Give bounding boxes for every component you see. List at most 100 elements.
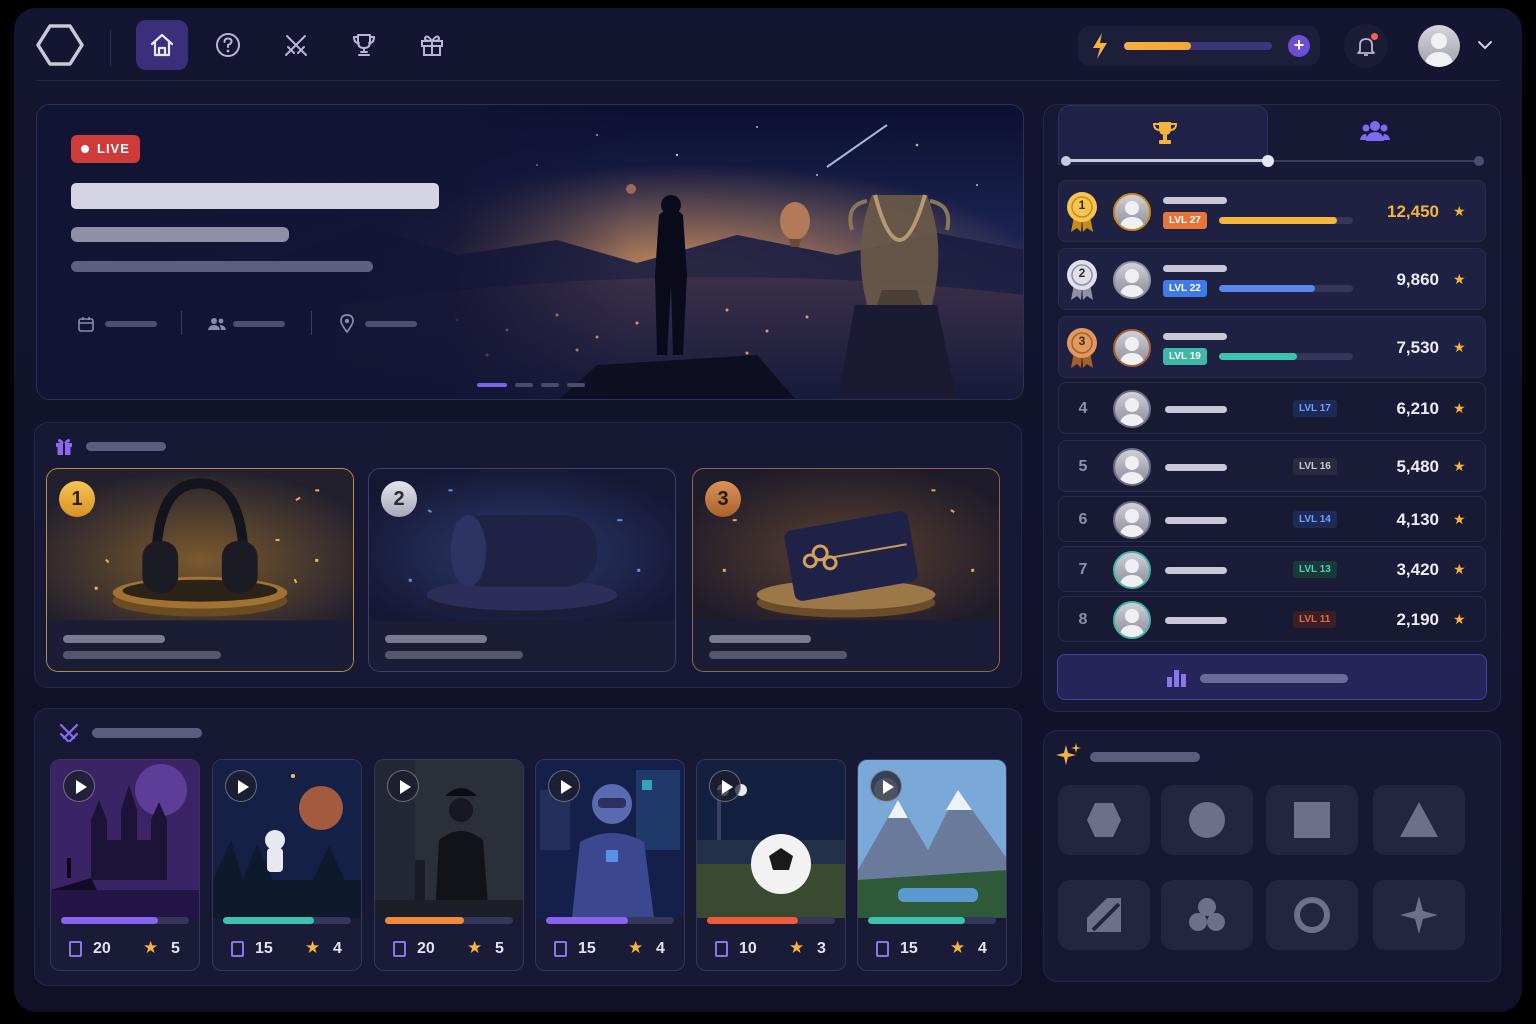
shape-tile-sparkle[interactable] xyxy=(1373,880,1465,950)
square-icon xyxy=(1294,802,1330,838)
prize-card-2[interactable]: 2 xyxy=(368,468,676,672)
player-avatar[interactable] xyxy=(1113,551,1151,589)
play-button[interactable] xyxy=(709,770,741,802)
nav-help-button[interactable] xyxy=(202,20,254,70)
game-progress-bar xyxy=(385,917,513,924)
game-card-detective[interactable]: 20 ★ 5 xyxy=(374,759,524,971)
leaderboard-row[interactable]: 8 LVL 11 2,190 ★ xyxy=(1058,596,1486,642)
player-xp-fill xyxy=(1219,285,1316,292)
game-doc-count: 15 xyxy=(255,940,273,957)
help-icon xyxy=(216,33,240,57)
player-name-placeholder xyxy=(1165,464,1227,471)
medal-rank-number: 3 xyxy=(1078,334,1086,348)
player-score: 2,190 xyxy=(1396,610,1439,629)
event-description-placeholder xyxy=(71,261,373,272)
location-pin-icon xyxy=(340,314,354,333)
game-progress-fill xyxy=(223,917,314,924)
featured-event-banner[interactable]: LIVE xyxy=(36,104,1024,400)
player-avatar[interactable] xyxy=(1113,390,1151,428)
player-avatar[interactable] xyxy=(1113,601,1151,639)
star-icon: ★ xyxy=(1453,339,1466,355)
player-score: 9,860 xyxy=(1396,270,1439,289)
game-star-count: 4 xyxy=(333,940,342,957)
shape-tile-triangle[interactable] xyxy=(1373,785,1465,855)
leaderboard-row[interactable]: 1 LVL 27 12,450 ★ xyxy=(1058,180,1486,242)
shape-tile-clover[interactable] xyxy=(1161,880,1253,950)
shape-tile-hexagon[interactable] xyxy=(1058,785,1150,855)
player-xp-fill xyxy=(1219,353,1297,360)
player-avatar[interactable] xyxy=(1113,501,1151,539)
prize-card-1[interactable]: 1 xyxy=(46,468,354,672)
play-button[interactable] xyxy=(548,770,580,802)
tab-slider-handle-end[interactable] xyxy=(1474,156,1484,166)
trophy-icon xyxy=(1152,122,1178,144)
carousel-indicators[interactable] xyxy=(477,383,585,387)
leaderboard-row[interactable]: 5 LVL 16 5,480 ★ xyxy=(1058,440,1486,492)
play-button[interactable] xyxy=(63,770,95,802)
user-silhouette-icon xyxy=(1119,509,1145,537)
leaderboard-row[interactable]: 4 LVL 17 6,210 ★ xyxy=(1058,382,1486,434)
view-full-leaderboard-button[interactable] xyxy=(1057,654,1487,700)
player-avatar[interactable] xyxy=(1113,193,1151,231)
player-name-placeholder xyxy=(1165,617,1227,624)
circle-icon xyxy=(1189,802,1225,838)
leaderboard-tab-friends[interactable] xyxy=(1270,105,1486,165)
ring-icon xyxy=(1294,897,1330,933)
game-card-soccer[interactable]: 10 ★ 3 xyxy=(696,759,846,971)
tab-slider-handle-start[interactable] xyxy=(1061,156,1071,166)
game-doc-count: 15 xyxy=(900,940,918,957)
hexagon-logo-icon[interactable] xyxy=(36,24,84,66)
parallelogram-icon xyxy=(1087,898,1121,932)
users-icon xyxy=(208,318,226,330)
prize-value-placeholder xyxy=(63,651,221,659)
play-button[interactable] xyxy=(387,770,419,802)
player-name-placeholder xyxy=(1165,567,1227,574)
notifications-button[interactable] xyxy=(1344,24,1388,68)
game-card-astronaut[interactable]: 15 ★ 4 xyxy=(212,759,362,971)
user-silhouette-icon xyxy=(1119,269,1145,297)
leaderboard-row[interactable]: 3 LVL 19 7,530 ★ xyxy=(1058,316,1486,378)
nav-home-button[interactable] xyxy=(136,20,188,70)
crossed-swords-icon xyxy=(285,35,307,56)
user-avatar[interactable] xyxy=(1418,25,1460,67)
tab-slider-fill xyxy=(1066,159,1268,162)
prize-card-footer xyxy=(693,621,999,671)
hero-illustration xyxy=(37,105,1023,399)
game-card-castle[interactable]: 20 ★ 5 xyxy=(50,759,200,971)
carousel-dot[interactable] xyxy=(567,383,585,387)
play-button[interactable] xyxy=(870,770,902,802)
player-avatar[interactable] xyxy=(1113,448,1151,486)
carousel-dot[interactable] xyxy=(515,383,533,387)
shape-tile-parallelogram[interactable] xyxy=(1058,880,1150,950)
player-avatar[interactable] xyxy=(1113,261,1151,299)
nav-battles-button[interactable] xyxy=(270,20,322,70)
prize-value-placeholder xyxy=(709,651,847,659)
game-star-count: 4 xyxy=(656,940,665,957)
prize-card-3[interactable]: 3 xyxy=(692,468,1000,672)
star-icon: ★ xyxy=(1453,203,1466,219)
game-star-count: 5 xyxy=(495,940,504,957)
shape-tile-circle[interactable] xyxy=(1161,785,1253,855)
shape-tile-square[interactable] xyxy=(1266,785,1358,855)
clover-icon xyxy=(1189,898,1225,931)
shape-tile-ring[interactable] xyxy=(1266,880,1358,950)
leaderboard-row[interactable]: 7 LVL 13 3,420 ★ xyxy=(1058,546,1486,592)
nav-trophies-button[interactable] xyxy=(338,20,390,70)
game-doc-count: 20 xyxy=(93,940,111,957)
star-icon: ★ xyxy=(1453,271,1466,287)
player-avatar[interactable] xyxy=(1113,329,1151,367)
game-progress-bar xyxy=(546,917,674,924)
tab-slider-handle[interactable] xyxy=(1262,155,1274,167)
play-button[interactable] xyxy=(225,770,257,802)
leaderboard-row[interactable]: 6 LVL 14 4,130 ★ xyxy=(1058,496,1486,542)
chevron-down-icon[interactable] xyxy=(1476,36,1494,54)
leaderboard-tab-trophy[interactable] xyxy=(1058,105,1268,165)
game-card-robot[interactable]: 15 ★ 4 xyxy=(535,759,685,971)
nav-rewards-button[interactable] xyxy=(406,20,458,70)
add-energy-button[interactable]: + xyxy=(1288,35,1310,57)
carousel-dot[interactable] xyxy=(541,383,559,387)
rank-number: 5 xyxy=(1078,458,1088,475)
carousel-dot[interactable] xyxy=(477,383,507,387)
leaderboard-row[interactable]: 2 LVL 22 9,860 ★ xyxy=(1058,248,1486,310)
game-card-mountains[interactable]: 15 ★ 4 xyxy=(857,759,1007,971)
